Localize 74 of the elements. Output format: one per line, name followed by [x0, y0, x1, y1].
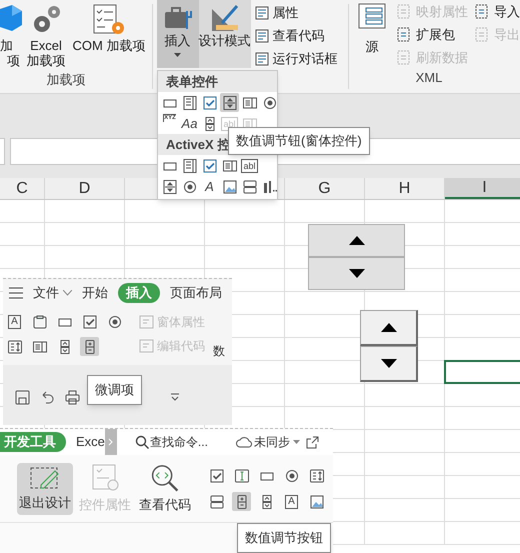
- spin-up-button[interactable]: [360, 310, 418, 346]
- ribbon-command[interactable]: 运行对话框: [272, 48, 338, 68]
- document-icon: [474, 4, 490, 20]
- command-icon: [254, 6, 268, 20]
- chevron-down-icon: [63, 290, 72, 296]
- column-header[interactable]: C: [16, 180, 28, 198]
- chevron-right-icon: [108, 438, 114, 446]
- menu-tab[interactable]: 开始: [82, 283, 108, 303]
- down-arrow-icon: [380, 359, 396, 368]
- more-icon[interactable]: [170, 392, 180, 402]
- document-icon: [396, 4, 412, 20]
- tooltip: 数值调节钮(窗体控件): [228, 127, 370, 154]
- save-icon[interactable]: [15, 390, 30, 404]
- document-icon: [474, 26, 490, 42]
- up-arrow-icon: [348, 236, 364, 245]
- checklist-gear-icon: [92, 4, 126, 36]
- text-field-icon[interactable]: abl: [240, 156, 259, 175]
- source-icon: [358, 3, 386, 29]
- tooltip: 微调项: [87, 375, 142, 404]
- up-arrow-icon: [380, 323, 396, 332]
- addin-button-label[interactable]: 加 项: [0, 38, 22, 68]
- source-button-label[interactable]: 源: [366, 37, 378, 56]
- search-icon[interactable]: [134, 435, 149, 449]
- ribbon-command[interactable]: 查看代码: [272, 26, 324, 46]
- ribbon-command[interactable]: 属性: [272, 2, 298, 22]
- developer-tool-button[interactable]: 查看代码: [137, 462, 193, 514]
- caret-icon[interactable]: [292, 440, 300, 444]
- spin-button-icon[interactable]: [220, 93, 239, 112]
- down-arrow-icon: [348, 269, 364, 278]
- label-control-icon[interactable]: A: [200, 177, 219, 196]
- cloud-icon[interactable]: [236, 436, 252, 448]
- cut-text: 数: [213, 343, 225, 360]
- plus-minus-icon[interactable]: [232, 492, 251, 511]
- plus-minus-icon[interactable]: [80, 337, 99, 356]
- xml-command[interactable]: 导入: [474, 0, 520, 23]
- sync-status[interactable]: 未同步: [254, 433, 290, 451]
- insert-button[interactable]: 插入: [156, 0, 198, 68]
- caret-icon: [174, 53, 181, 58]
- undo-icon[interactable]: [40, 390, 55, 404]
- spin-up-button[interactable]: [308, 224, 405, 257]
- menu-tab[interactable]: 文件: [33, 283, 72, 303]
- pencil-frame-icon: [29, 464, 61, 491]
- spin-down-button[interactable]: [308, 257, 405, 290]
- command-icon: [254, 28, 268, 42]
- design-mode-button[interactable]: 设计模式: [198, 0, 250, 68]
- ruler-pencil-icon: [210, 3, 240, 33]
- document-icon: [396, 50, 412, 66]
- developer-tool-button[interactable]: 退出设计: [17, 462, 73, 514]
- menu-tab[interactable]: 页面布局: [170, 283, 222, 303]
- text-box-icon[interactable]: A: [282, 492, 301, 511]
- magnifier-code-icon: [149, 462, 181, 493]
- share-icon[interactable]: [306, 436, 319, 448]
- group-label: XML: [416, 69, 442, 87]
- menu-icon[interactable]: [9, 287, 23, 299]
- print-icon[interactable]: [65, 390, 80, 404]
- spin-down-button[interactable]: [360, 346, 418, 382]
- xml-command[interactable]: 扩展包: [396, 23, 474, 46]
- column-header[interactable]: D: [78, 180, 90, 198]
- tooltip: 数值调节按钮: [237, 523, 331, 552]
- addin-button-label[interactable]: Excel 加载项: [26, 38, 66, 68]
- group-label: 加载项: [46, 71, 86, 89]
- document-icon: [139, 315, 154, 329]
- command-icon: [254, 52, 268, 66]
- text-box-icon[interactable]: A: [5, 312, 24, 331]
- document-icon: [139, 339, 154, 353]
- column-header[interactable]: H: [398, 180, 410, 198]
- ribbon-tab[interactable]: Exce: [76, 432, 105, 452]
- search-field[interactable]: 查找命令...: [150, 433, 208, 451]
- document-icon: [396, 26, 412, 42]
- label-control-icon[interactable]: Aa: [180, 114, 199, 133]
- column-header[interactable]: I: [482, 178, 487, 196]
- addin-button-label[interactable]: COM 加载项: [72, 38, 146, 53]
- column-header[interactable]: G: [318, 180, 331, 198]
- menu-section-title: 表单控件: [166, 72, 218, 91]
